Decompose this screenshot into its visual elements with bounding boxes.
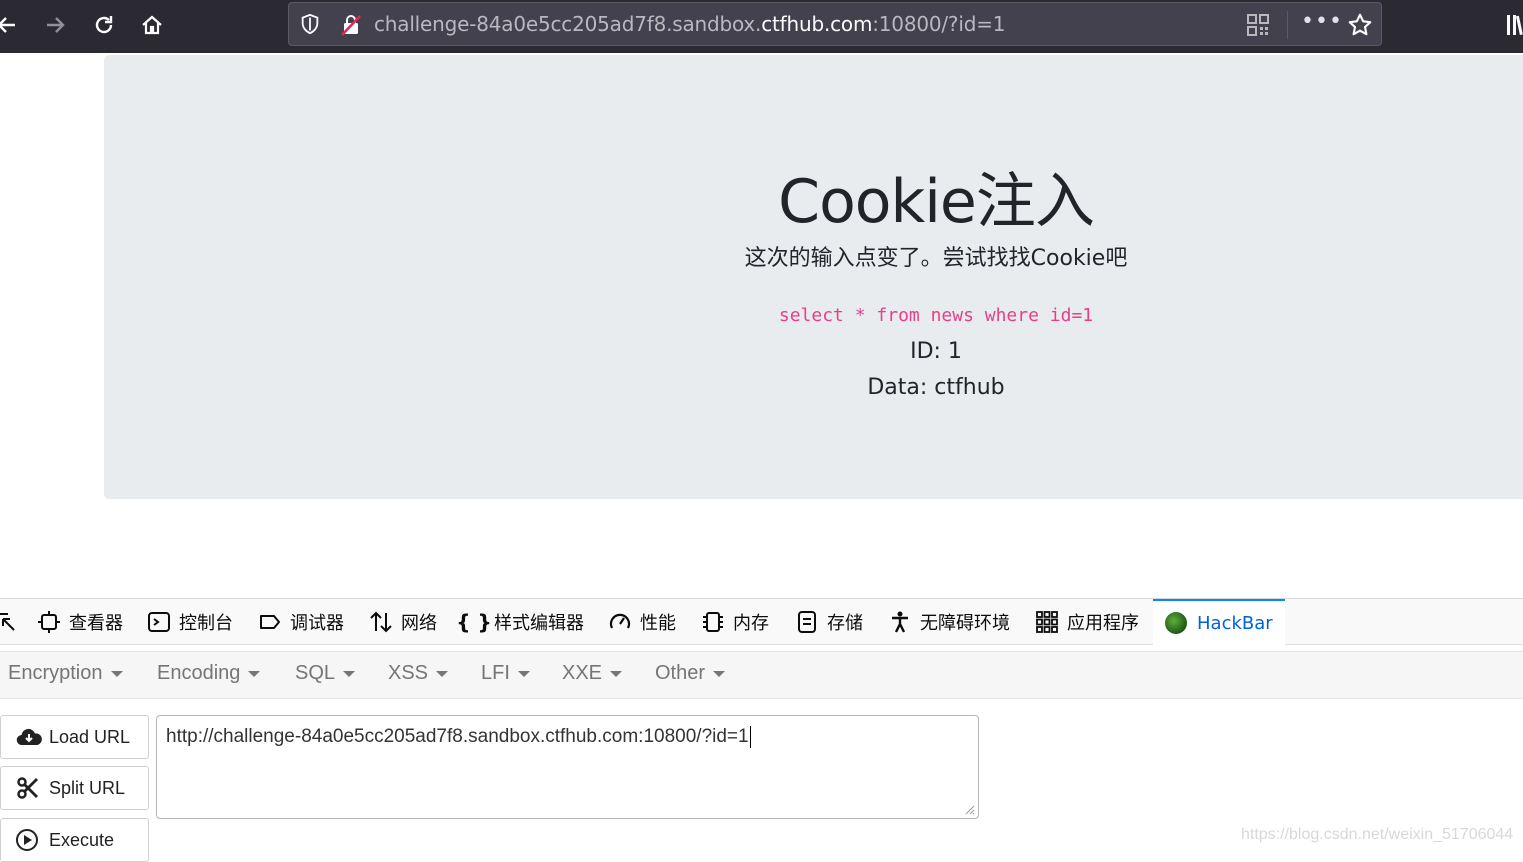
style-editor-icon: { } bbox=[456, 610, 492, 634]
menu-label: LFI bbox=[481, 662, 510, 684]
tab-hackbar[interactable]: HackBar bbox=[1153, 599, 1285, 645]
home-button[interactable] bbox=[135, 8, 169, 42]
tab-debugger[interactable]: 调试器 bbox=[258, 599, 344, 645]
back-arrow-icon bbox=[0, 17, 15, 33]
tab-accessibility[interactable]: 无障碍环境 bbox=[888, 599, 1010, 645]
jumbotron: Cookie注入 这次的输入点变了。尝试找找Cookie吧 select * f… bbox=[104, 55, 1523, 499]
caret-down-icon bbox=[610, 670, 623, 677]
tab-label: 存储 bbox=[827, 613, 863, 634]
bookmark-star-icon[interactable] bbox=[1347, 12, 1373, 38]
tab-label: 应用程序 bbox=[1067, 613, 1139, 634]
menu-other[interactable]: Other bbox=[655, 662, 726, 685]
result-id: ID: 1 bbox=[910, 339, 962, 364]
tab-label: 调试器 bbox=[290, 613, 344, 634]
scissors-icon bbox=[17, 777, 38, 799]
forward-button[interactable] bbox=[38, 8, 72, 42]
urlbar-separator bbox=[1287, 11, 1288, 39]
tracking-shield-icon[interactable] bbox=[299, 13, 321, 35]
inspector-icon bbox=[37, 610, 61, 634]
tab-memory[interactable]: 内存 bbox=[701, 599, 769, 645]
tab-performance[interactable]: 性能 bbox=[608, 599, 676, 645]
cloud-download-icon bbox=[16, 728, 42, 746]
play-circle-icon bbox=[16, 829, 38, 851]
button-label: Execute bbox=[49, 829, 115, 850]
accessibility-icon bbox=[888, 610, 912, 634]
menu-label: Other bbox=[655, 662, 706, 684]
tab-console[interactable]: 控制台 bbox=[147, 599, 233, 645]
browser-toolbar: challenge-84a0e5cc205ad7f8.sandbox.ctfhu… bbox=[0, 0, 1523, 53]
caret-down-icon bbox=[248, 670, 261, 677]
url-domain: ctfhub.com bbox=[761, 12, 873, 36]
hackbar-menu: Encryption Encoding SQL XSS LFI XXE Othe… bbox=[0, 651, 1523, 699]
insecure-lock-icon[interactable] bbox=[339, 13, 363, 37]
menu-encryption[interactable]: Encryption bbox=[8, 662, 123, 685]
tab-label: 控制台 bbox=[179, 613, 233, 634]
menu-label: XXE bbox=[562, 662, 603, 684]
url-bar[interactable]: challenge-84a0e5cc205ad7f8.sandbox.ctfhu… bbox=[288, 2, 1382, 46]
tab-inspector[interactable]: 查看器 bbox=[37, 599, 123, 645]
load-url-button[interactable]: Load URL bbox=[0, 715, 149, 759]
tab-network[interactable]: 网络 bbox=[369, 599, 437, 645]
reload-icon bbox=[95, 16, 113, 34]
picker-icon bbox=[0, 610, 18, 634]
watermark: https://blog.csdn.net/weixin_51706044 bbox=[1241, 826, 1514, 843]
tab-label: HackBar bbox=[1197, 612, 1273, 634]
caret-down-icon bbox=[713, 670, 726, 677]
tab-label: 样式编辑器 bbox=[494, 613, 584, 634]
reload-button[interactable] bbox=[87, 8, 121, 42]
devtools-panel: 查看器 控制台 调试器 网络 { } 样式编辑器 性能 内存 存储 无障碍环境 … bbox=[0, 598, 1523, 862]
result-data: Data: ctfhub bbox=[867, 375, 1005, 400]
caret-down-icon bbox=[436, 670, 449, 677]
menu-label: Encryption bbox=[8, 662, 103, 684]
page-title: Cookie注入 bbox=[778, 167, 1095, 237]
menu-xss[interactable]: XSS bbox=[388, 662, 449, 685]
hackbar-icon bbox=[1165, 612, 1187, 634]
menu-label: SQL bbox=[295, 662, 336, 684]
debugger-icon bbox=[258, 610, 282, 634]
split-url-button[interactable]: Split URL bbox=[0, 766, 149, 810]
network-icon bbox=[369, 610, 393, 634]
qr-code-icon[interactable] bbox=[1246, 13, 1270, 37]
tab-label: 查看器 bbox=[69, 613, 123, 634]
sql-query: select * from news where id=1 bbox=[778, 305, 1094, 326]
tab-label: 性能 bbox=[640, 613, 676, 634]
forward-arrow-icon bbox=[47, 17, 65, 33]
memory-icon bbox=[701, 610, 725, 634]
home-icon bbox=[142, 15, 162, 35]
library-icon[interactable] bbox=[1505, 12, 1523, 38]
menu-encoding[interactable]: Encoding bbox=[157, 662, 261, 685]
caret-down-icon bbox=[343, 670, 356, 677]
menu-sql[interactable]: SQL bbox=[295, 662, 356, 685]
tab-application[interactable]: 应用程序 bbox=[1035, 599, 1139, 645]
url-prefix: challenge-84a0e5cc205ad7f8.sandbox. bbox=[374, 12, 762, 36]
storage-icon bbox=[795, 610, 819, 634]
tab-style-editor[interactable]: { } 样式编辑器 bbox=[456, 599, 584, 645]
tab-label: 网络 bbox=[401, 613, 437, 634]
menu-xxe[interactable]: XXE bbox=[562, 662, 623, 685]
console-icon bbox=[147, 610, 171, 634]
hackbar-url-textarea[interactable]: http://challenge-84a0e5cc205ad7f8.sandbo… bbox=[156, 715, 979, 819]
menu-label: XSS bbox=[388, 662, 429, 684]
element-picker-button[interactable] bbox=[0, 599, 26, 645]
caret-down-icon bbox=[517, 670, 530, 677]
caret-down-icon bbox=[110, 670, 123, 677]
application-icon bbox=[1035, 610, 1059, 634]
tab-label: 内存 bbox=[733, 613, 769, 634]
menu-lfi[interactable]: LFI bbox=[481, 662, 530, 685]
url-text[interactable]: challenge-84a0e5cc205ad7f8.sandbox.ctfhu… bbox=[374, 12, 1005, 36]
page-actions-menu-icon[interactable]: ••• bbox=[1301, 9, 1342, 39]
url-value: http://challenge-84a0e5cc205ad7f8.sandbo… bbox=[166, 726, 749, 748]
button-label: Load URL bbox=[49, 726, 131, 747]
url-suffix: :10800/?id=1 bbox=[872, 12, 1006, 36]
tab-storage[interactable]: 存储 bbox=[795, 599, 863, 645]
tab-label: 无障碍环境 bbox=[920, 613, 1010, 634]
button-label: Split URL bbox=[49, 777, 126, 798]
back-button[interactable] bbox=[0, 8, 24, 42]
page-subtitle: 这次的输入点变了。尝试找找Cookie吧 bbox=[744, 246, 1128, 271]
menu-label: Encoding bbox=[157, 662, 241, 684]
execute-button[interactable]: Execute bbox=[0, 818, 149, 862]
devtools-tab-bar: 查看器 控制台 调试器 网络 { } 样式编辑器 性能 内存 存储 无障碍环境 … bbox=[0, 599, 1523, 645]
resize-grip-icon[interactable] bbox=[965, 805, 975, 815]
performance-icon bbox=[608, 610, 632, 634]
